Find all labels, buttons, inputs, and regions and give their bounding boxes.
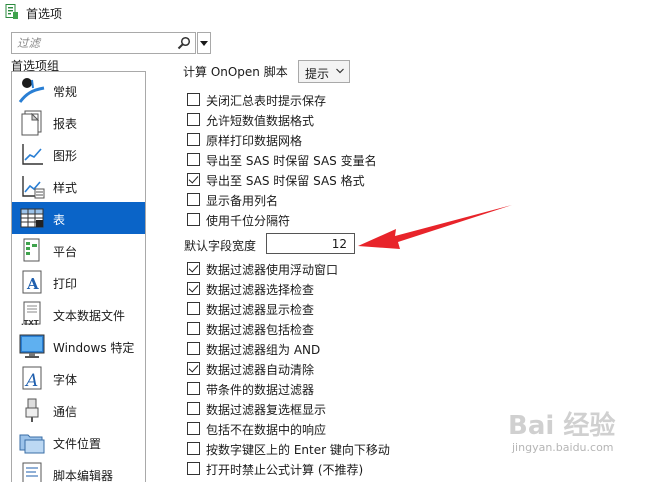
report-icon — [21, 110, 42, 136]
group-item-platform[interactable]: 平台 — [12, 234, 145, 266]
communication-icon — [25, 398, 39, 422]
group-item-print[interactable]: A 打印 — [12, 266, 145, 298]
group-item-file-location[interactable]: 文件位置 — [12, 426, 145, 458]
watermark-logo: Bai 经验 — [508, 411, 616, 441]
default-field-width-input[interactable]: 12 — [266, 233, 355, 254]
checkbox[interactable] — [187, 173, 200, 186]
style-icon — [22, 176, 45, 199]
checkbox[interactable] — [187, 302, 200, 315]
file-location-icon — [19, 434, 45, 454]
group-item-label: 表 — [53, 213, 66, 227]
checkbox[interactable] — [187, 422, 200, 435]
svg-text:A: A — [26, 275, 39, 293]
default-field-width-label: 默认字段宽度 — [184, 239, 257, 253]
checkbox[interactable] — [187, 133, 200, 146]
app-icon — [5, 4, 18, 19]
checkbox[interactable] — [187, 382, 200, 395]
checkbox[interactable] — [187, 213, 200, 226]
font-icon: A — [22, 366, 42, 391]
group-item-label: 文本数据文件 — [53, 309, 126, 323]
watermark-url: jingyan.baidu.com — [512, 441, 614, 454]
title-bar: 首选项 — [0, 0, 664, 26]
checkbox[interactable] — [187, 362, 200, 375]
group-item-general[interactable]: 常规 — [12, 74, 145, 106]
group-item-script-editor[interactable]: 脚本编辑器 — [12, 458, 145, 482]
platform-icon — [23, 238, 40, 262]
watermark: Bai 经验 jingyan.baidu.com — [478, 405, 658, 475]
group-item-label: 通信 — [53, 405, 78, 419]
print-icon: A — [22, 270, 42, 294]
script-editor-icon — [22, 462, 42, 482]
checkbox[interactable] — [187, 322, 200, 335]
checkbox[interactable] — [187, 93, 200, 106]
search-icon[interactable] — [177, 36, 191, 50]
filter-box — [11, 32, 196, 54]
option-label: 数据过滤器组为 AND — [206, 343, 321, 357]
group-item-label: 文件位置 — [53, 437, 102, 451]
option-label: 数据过滤器选择检查 — [206, 283, 315, 297]
group-item-text-data-file[interactable]: .TXT 文本数据文件 — [12, 298, 145, 330]
option-label: 带条件的数据过滤器 — [206, 383, 315, 397]
group-item-label: 常规 — [53, 85, 78, 99]
graph-icon — [22, 144, 43, 165]
filter-dropdown-button[interactable] — [197, 32, 211, 54]
filter-input[interactable] — [12, 33, 172, 53]
group-item-report[interactable]: 报表 — [12, 106, 145, 138]
option-label: 原样打印数据网格 — [206, 134, 303, 148]
checkbox[interactable] — [187, 462, 200, 475]
default-field-width-value: 12 — [331, 237, 347, 251]
chevron-down-icon — [336, 68, 344, 74]
table-icon — [20, 208, 44, 228]
checkbox[interactable] — [187, 262, 200, 275]
text-data-file-icon: .TXT — [21, 301, 41, 327]
group-item-label: 图形 — [53, 149, 78, 163]
group-item-label: 报表 — [53, 117, 78, 131]
option-label: 包括不在数据中的响应 — [206, 423, 327, 437]
group-item-label: 样式 — [53, 181, 78, 195]
checkbox[interactable] — [187, 282, 200, 295]
option-label: 使用千位分隔符 — [206, 214, 291, 228]
onopen-script-label: 计算 OnOpen 脚本 — [183, 65, 288, 79]
group-item-table[interactable]: 表 — [12, 202, 145, 234]
group-item-label: 打印 — [53, 277, 78, 291]
group-item-label: 平台 — [53, 245, 78, 259]
group-item-graph[interactable]: 图形 — [12, 138, 145, 170]
option-label: 打开时禁止公式计算 (不推荐) — [206, 463, 364, 477]
group-item-font[interactable]: A 字体 — [12, 362, 145, 394]
svg-text:.TXT: .TXT — [21, 319, 39, 327]
checkbox[interactable] — [187, 153, 200, 166]
option-label: 数据过滤器使用浮动窗口 — [206, 263, 339, 277]
checkbox[interactable] — [187, 402, 200, 415]
option-label: 数据过滤器包括检查 — [206, 323, 315, 337]
checkbox[interactable] — [187, 113, 200, 126]
general-icon — [18, 78, 45, 103]
group-item-communication[interactable]: 通信 — [12, 394, 145, 426]
option-label: 数据过滤器自动清除 — [206, 363, 315, 377]
groups-list[interactable]: 常规 报表 图形 样式 表 平台 A 打印 .TXT 文本数据文件 Window… — [11, 71, 146, 482]
checkbox[interactable] — [187, 193, 200, 206]
group-item-label: 脚本编辑器 — [53, 469, 114, 482]
group-item-label: Windows 特定 — [53, 341, 135, 355]
option-label: 导出至 SAS 时保留 SAS 格式 — [206, 174, 365, 188]
svg-text:A: A — [24, 371, 38, 391]
option-label: 数据过滤器复选框显示 — [206, 403, 327, 417]
option-label: 显示备用列名 — [206, 194, 279, 208]
option-label: 关闭汇总表时提示保存 — [206, 94, 327, 108]
checkbox[interactable] — [187, 342, 200, 355]
option-label: 数据过滤器显示检查 — [206, 303, 315, 317]
option-label: 允许短数值数据格式 — [206, 114, 315, 128]
windows-specific-icon — [19, 334, 45, 358]
group-item-windows-specific[interactable]: Windows 特定 — [12, 330, 145, 362]
group-item-label: 字体 — [53, 373, 78, 387]
onopen-script-value: 提示 — [305, 67, 330, 81]
onopen-script-select[interactable]: 提示 — [298, 60, 350, 83]
window-title: 首选项 — [26, 7, 63, 21]
checkbox[interactable] — [187, 442, 200, 455]
option-label: 导出至 SAS 时保留 SAS 变量名 — [206, 154, 377, 168]
option-label: 按数字键区上的 Enter 键向下移动 — [206, 443, 390, 457]
group-item-style[interactable]: 样式 — [12, 170, 145, 202]
